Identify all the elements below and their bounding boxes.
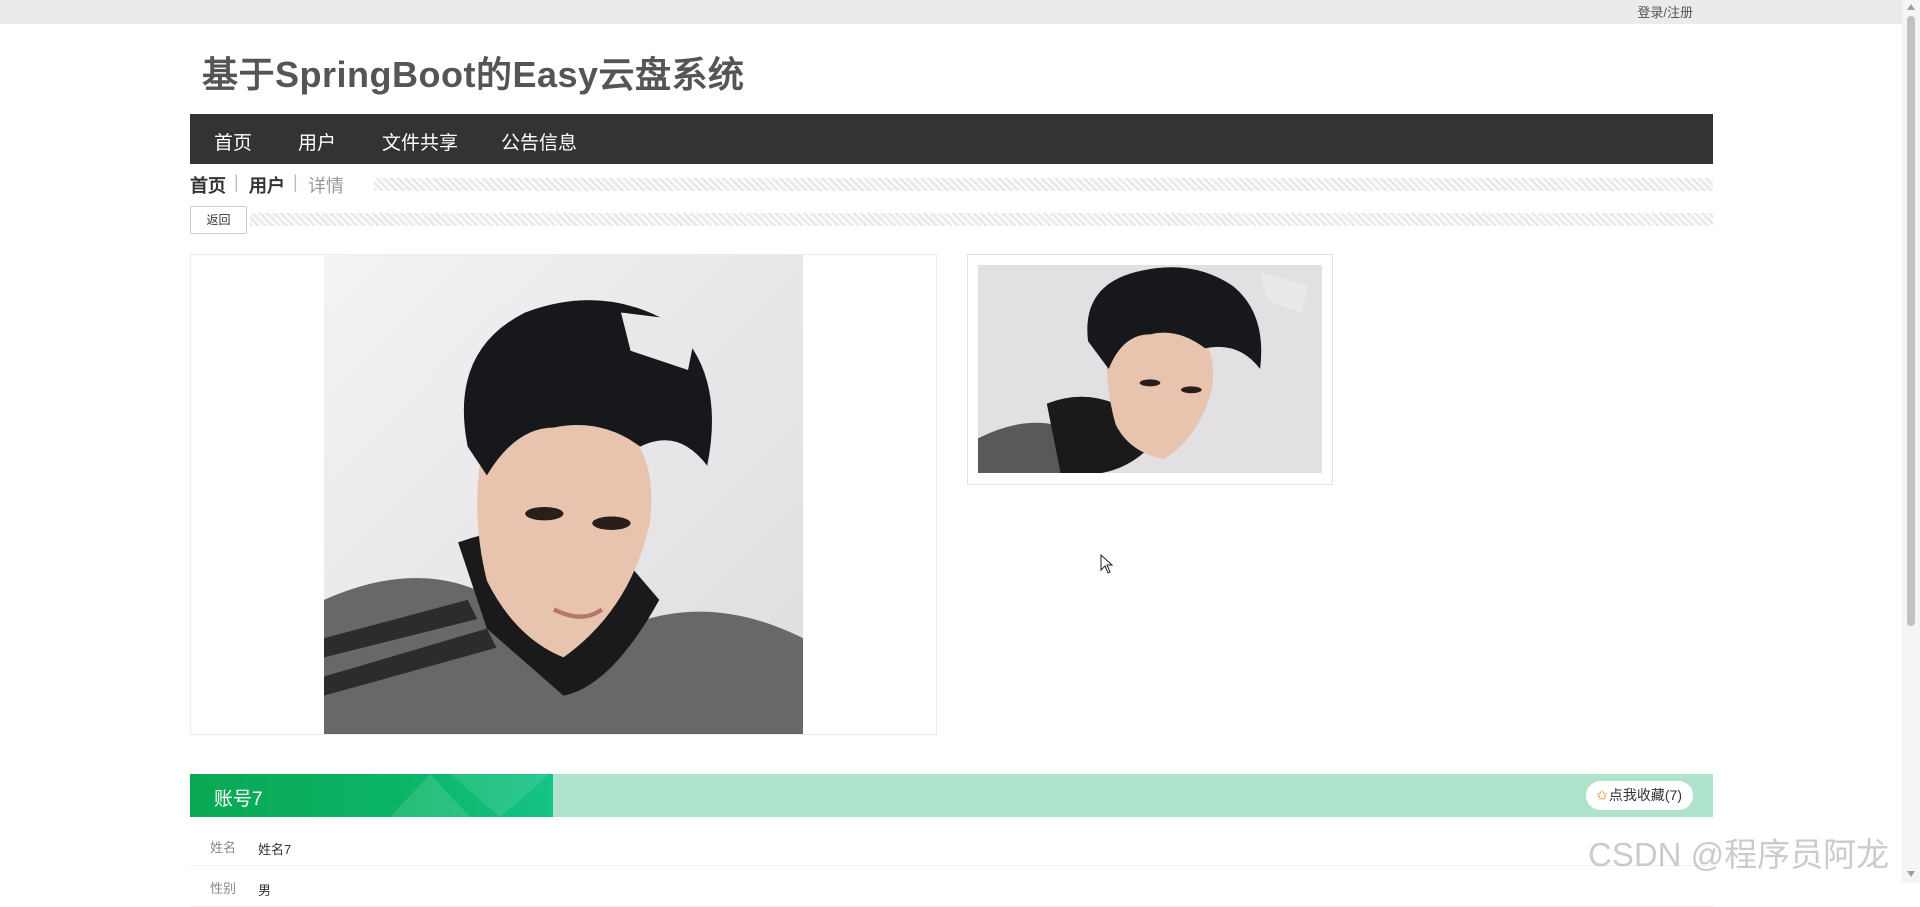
breadcrumb-separator: | [293,172,298,192]
info-row-gender: 性别 男 [190,866,1713,907]
nav-item-notices[interactable]: 公告信息 [501,128,577,155]
info-value: 姓名7 [258,842,292,857]
info-label: 性别 [210,881,237,896]
mouse-cursor-icon [1100,553,1114,579]
breadcrumb-home[interactable]: 首页 [190,172,226,198]
breadcrumb-divider [374,178,1713,191]
main-nav: 首页 用户 文件共享 公告信息 [190,114,1713,164]
login-register-link[interactable]: 登录/注册 [1637,2,1693,21]
watermark: CSDN @程序员阿龙 [1588,836,1890,873]
info-label: 姓名 [210,840,237,855]
account-banner: 账号7 ✩点我收藏(7) [190,774,1713,817]
account-banner-accent: 账号7 [190,774,553,817]
account-name: 账号7 [214,789,263,810]
nav-item-file-share[interactable]: 文件共享 [382,128,458,155]
favorite-button[interactable]: ✩点我收藏(7) [1586,781,1693,810]
scroll-down-icon[interactable] [1907,871,1915,877]
action-divider [250,213,1713,226]
scroll-up-icon[interactable] [1907,4,1915,10]
top-bar: 登录/注册 [0,0,1920,24]
user-avatar-thumb [978,265,1322,473]
page-scrollbar[interactable] [1902,0,1920,883]
image-thumbnail[interactable] [967,254,1333,485]
back-button[interactable]: 返回 [190,206,247,234]
breadcrumb-separator: | [234,172,239,192]
user-avatar-large [324,255,803,734]
image-gallery-main[interactable] [190,254,937,735]
nav-item-users[interactable]: 用户 [298,128,336,155]
favorite-count: (7) [1664,787,1682,803]
star-icon: ✩ [1596,787,1608,803]
breadcrumb-users[interactable]: 用户 [249,172,285,198]
scrollbar-thumb[interactable] [1907,16,1915,626]
info-row-name: 姓名 姓名7 [190,825,1713,866]
site-title: 基于SpringBoot的Easy云盘系统 [202,54,745,95]
nav-item-home[interactable]: 首页 [214,128,252,155]
favorite-label: 点我收藏 [1608,787,1665,803]
breadcrumb-current: 详情 [308,176,344,196]
